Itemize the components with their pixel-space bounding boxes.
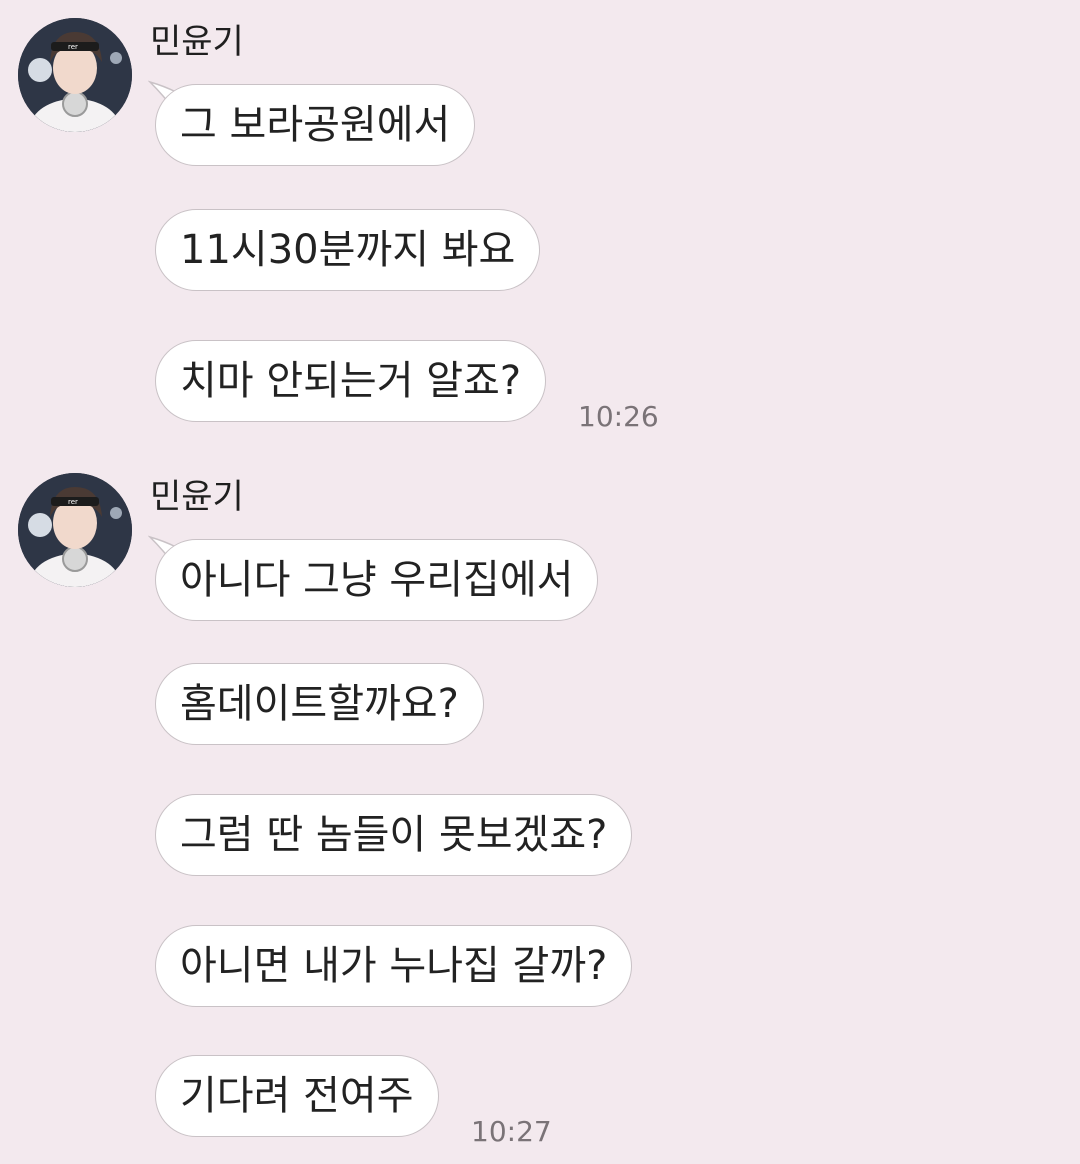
message-bubble[interactable]: 그럼 딴 놈들이 못보겠죠? — [155, 794, 633, 876]
message-bubble[interactable]: 그 보라공원에서 — [155, 84, 476, 166]
message-row: 홈데이트할까요? — [0, 663, 1080, 747]
sender-name: 민윤기 — [150, 22, 244, 62]
svg-text:rer: rer — [68, 498, 78, 506]
message-row: 11시30분까지 봐요 — [0, 209, 1080, 293]
message-row: 아니면 내가 누나집 갈까? — [0, 925, 1080, 1009]
sender-name: 민윤기 — [150, 477, 244, 517]
message-row: 치마 안되는거 알죠? 10:26 — [0, 340, 1080, 433]
message-row: 그 보라공원에서 — [0, 80, 1080, 168]
svg-text:rer: rer — [68, 43, 78, 51]
message-timestamp: 10:26 — [578, 400, 659, 433]
message-timestamp: 10:27 — [471, 1115, 552, 1148]
message-bubble[interactable]: 11시30분까지 봐요 — [155, 209, 541, 291]
message-bubble[interactable]: 기다려 전여주 — [155, 1055, 439, 1137]
message-row: 아니다 그냥 우리집에서 — [0, 535, 1080, 623]
message-bubble[interactable]: 치마 안되는거 알죠? — [155, 340, 547, 422]
message-bubble[interactable]: 아니면 내가 누나집 갈까? — [155, 925, 633, 1007]
message-bubble[interactable]: 아니다 그냥 우리집에서 — [155, 539, 599, 621]
message-bubble[interactable]: 홈데이트할까요? — [155, 663, 484, 745]
message-row: 기다려 전여주 10:27 — [0, 1055, 1080, 1148]
message-row: 그럼 딴 놈들이 못보겠죠? — [0, 794, 1080, 878]
